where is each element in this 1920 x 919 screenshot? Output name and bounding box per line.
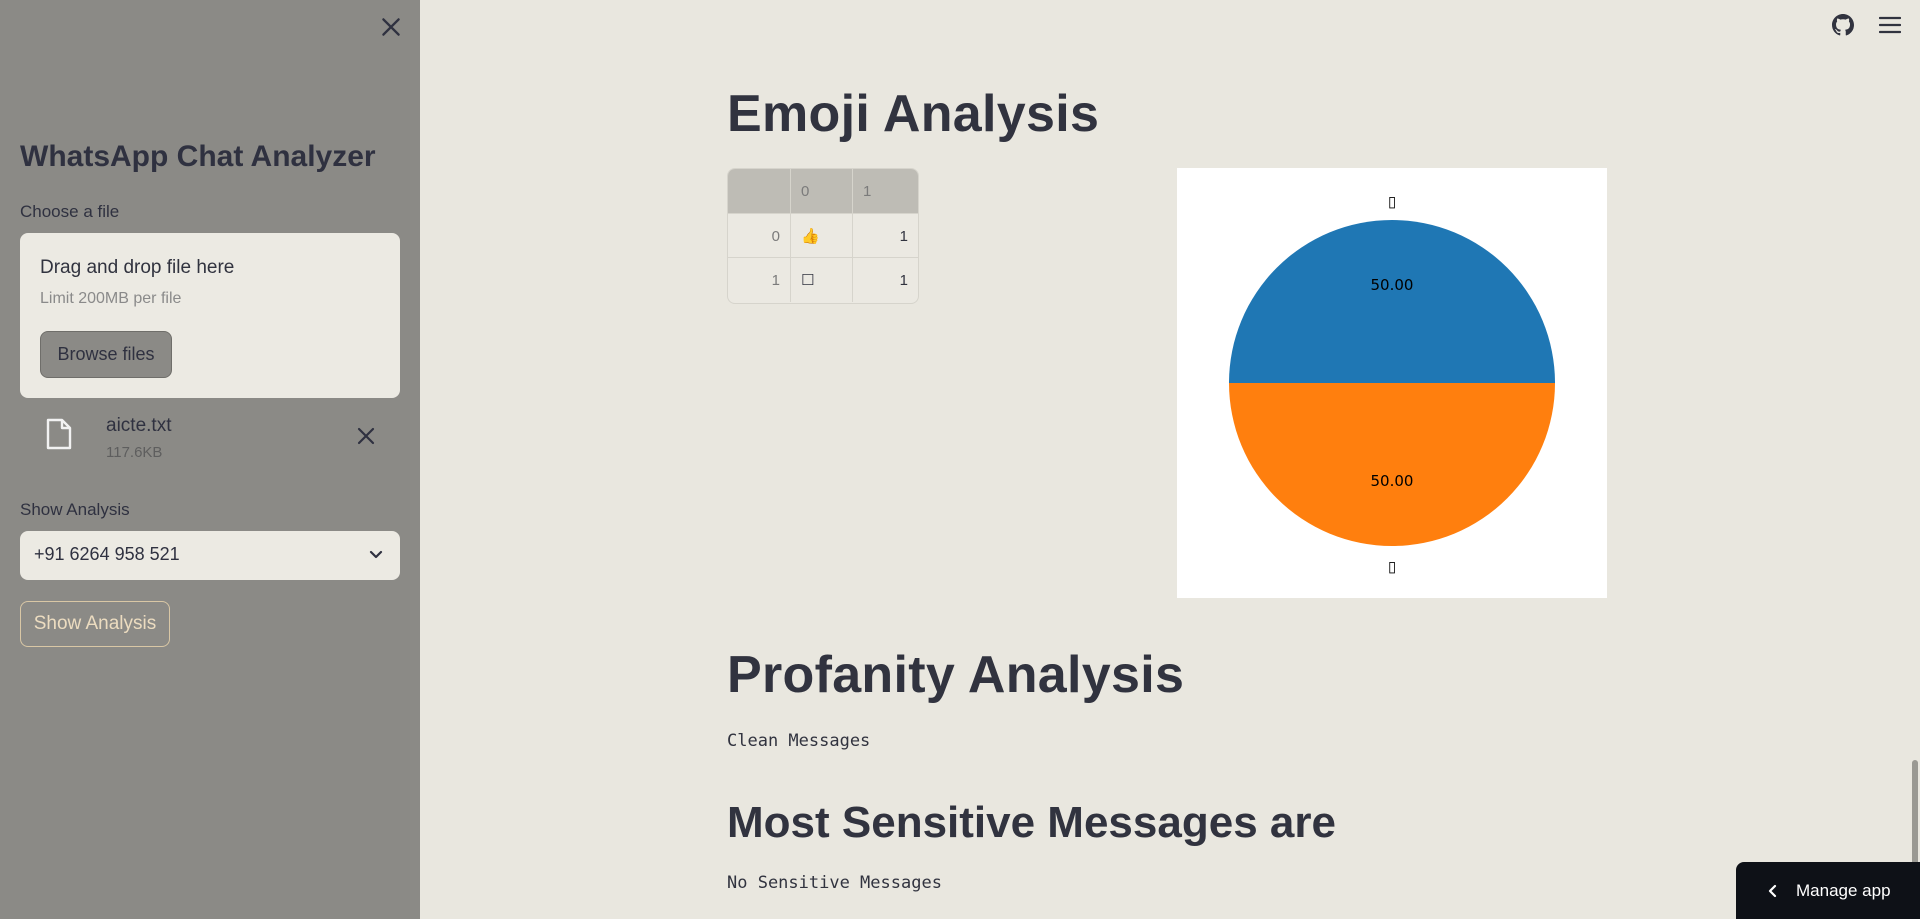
- menu-icon[interactable]: [1879, 15, 1901, 35]
- sidebar: WhatsApp Chat Analyzer Choose a file Dra…: [0, 0, 420, 919]
- pie-slice: [1229, 220, 1555, 383]
- pie-value-label: 50.00: [1371, 472, 1414, 490]
- emoji-table: 0 1 0 👍 1 1 ☐ 1: [727, 168, 919, 304]
- user-select-value: +91 6264 958 521: [34, 544, 180, 564]
- remove-file-icon[interactable]: [356, 426, 376, 446]
- profanity-analysis-heading: Profanity Analysis: [727, 646, 1185, 704]
- file-uploader-label: Choose a file: [20, 202, 120, 221]
- table-emoji-cell: ☐: [791, 258, 853, 302]
- table-index-cell: 0: [728, 214, 791, 258]
- uploaded-file: aicte.txt 117.6KB: [20, 410, 400, 470]
- pie-value-label: 50.00: [1371, 276, 1414, 294]
- sensitive-result: No Sensitive Messages: [727, 873, 942, 893]
- table-count-cell: 1: [899, 271, 908, 289]
- sensitive-messages-heading: Most Sensitive Messages are: [727, 798, 1336, 847]
- dropzone-limit: Limit 200MB per file: [40, 290, 182, 307]
- profanity-result: Clean Messages: [727, 731, 871, 751]
- file-icon: [46, 418, 72, 450]
- browse-files-button[interactable]: Browse files: [40, 331, 172, 378]
- pie-category-label: ▯: [1388, 192, 1396, 210]
- file-dropzone[interactable]: Drag and drop file here Limit 200MB per …: [20, 233, 400, 398]
- file-name: aicte.txt: [106, 415, 172, 436]
- file-size: 117.6KB: [106, 444, 163, 461]
- scrollbar[interactable]: [1912, 760, 1918, 870]
- show-analysis-label: Show Analysis: [20, 500, 130, 519]
- table-emoji-cell: 👍: [791, 214, 853, 258]
- github-icon[interactable]: [1832, 14, 1854, 36]
- table-header: 0 1: [728, 169, 918, 213]
- show-analysis-button[interactable]: Show Analysis: [20, 601, 170, 647]
- table-header-cell: 0: [791, 169, 853, 213]
- manage-app-button[interactable]: Manage app: [1736, 862, 1920, 919]
- dropzone-text: Drag and drop file here: [40, 257, 235, 278]
- pie-chart-svg: 50.00 ▯ 50.00 ▯: [1229, 192, 1555, 576]
- chevron-down-icon: [369, 550, 383, 559]
- table-row: 1 ☐ 1: [728, 257, 918, 302]
- table-row: 0 👍 1: [728, 213, 918, 258]
- chevron-left-icon: [1768, 884, 1777, 897]
- manage-app-label: Manage app: [1796, 880, 1891, 900]
- table-count-cell: 1: [899, 227, 908, 245]
- table-index-cell: 1: [728, 258, 791, 302]
- table-header-cell: [728, 169, 791, 213]
- sidebar-title: WhatsApp Chat Analyzer: [20, 140, 376, 173]
- close-icon[interactable]: [378, 14, 404, 40]
- emoji-analysis-heading: Emoji Analysis: [727, 85, 1100, 143]
- pie-slice: [1229, 383, 1555, 546]
- pie-category-label: ▯: [1388, 558, 1396, 576]
- table-header-cell: 1: [863, 182, 872, 200]
- user-select[interactable]: +91 6264 958 521: [20, 531, 400, 580]
- emoji-pie-chart: 50.00 ▯ 50.00 ▯: [1177, 168, 1607, 598]
